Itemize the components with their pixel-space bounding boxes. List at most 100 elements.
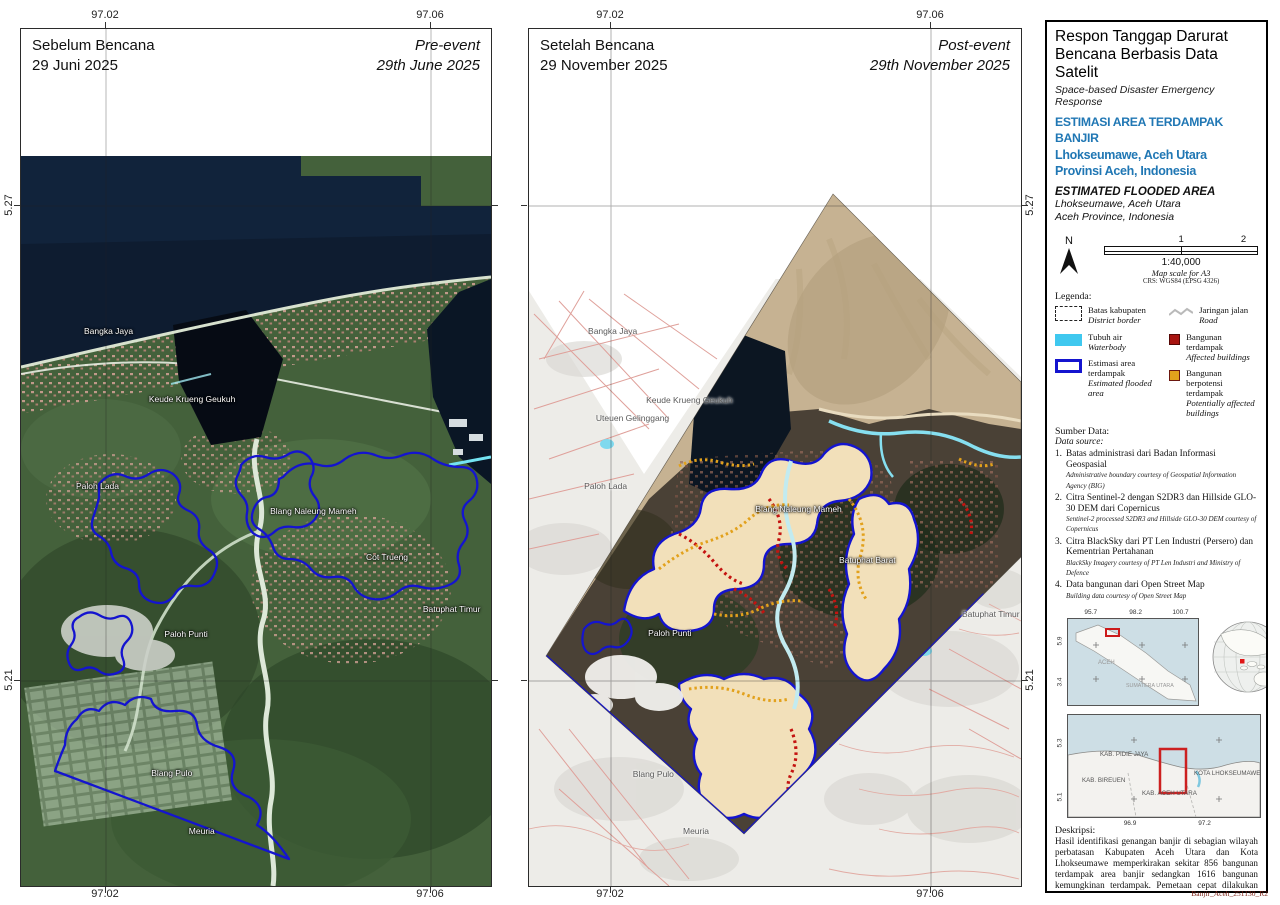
tick-mark	[492, 205, 498, 206]
legend-item-affected: Bangunan terdampakAffected buildings	[1169, 332, 1258, 362]
document-id: Banjir_Aceh_251130_R2	[1128, 889, 1268, 898]
inset-label-sumatera: SUMATERA UTARA	[1126, 683, 1174, 689]
source-note: BlackSky Imagery courtesy of PT Len Indu…	[1066, 559, 1240, 577]
tick-mark	[930, 887, 931, 893]
legend-item-potential: Bangunan berpotensi terdampakPotentially…	[1169, 368, 1258, 419]
lon-tick-label: 97.02	[91, 9, 119, 21]
inset-label-pidie-jaya: KAB. PIDIE JAYA	[1100, 751, 1149, 758]
map-place-label: Blang Naleung Mameh	[755, 504, 841, 514]
flood-area-swatch	[1055, 359, 1082, 373]
map-place-label: Blang Naleung Mameh	[270, 506, 356, 516]
source-number: 3.	[1055, 537, 1066, 579]
tick-mark	[105, 887, 106, 893]
pre-event-place-labels: Bangka JayaKeude Krueng GeukuhPaloh Lada…	[21, 29, 491, 886]
scale-crs: CRS: WGS84 (EPSG 4326)	[1104, 278, 1258, 285]
aceh-inset-graphic: ACEH SUMATERA UTARA	[1067, 618, 1199, 706]
north-label: N	[1065, 235, 1073, 247]
legend-label: Tubuh air	[1088, 332, 1126, 342]
panel-title-id: Setelah Bencana	[540, 36, 668, 56]
scale-ratio: 1:40,000	[1104, 257, 1258, 268]
legend: Batas kabupatenDistrict border Tubuh air…	[1055, 305, 1258, 424]
pre-event-map-panel: Bangka JayaKeude Krueng GeukuhPaloh Lada…	[20, 28, 492, 887]
legend-title: Legenda:	[1055, 291, 1258, 302]
panel-title-id: Sebelum Bencana	[32, 36, 155, 56]
affected-buildings-swatch	[1169, 334, 1180, 345]
panel-date-id: 29 Juni 2025	[32, 56, 155, 76]
source-item: 3. Citra BlackSky dari PT Len Industri (…	[1055, 537, 1258, 579]
tick-mark	[1022, 205, 1028, 206]
inset-tick-label: 5.3	[1057, 739, 1064, 748]
tick-mark	[930, 22, 931, 28]
road-swatch	[1169, 306, 1193, 318]
legend-label: Bangunan berpotensi terdampak	[1186, 368, 1258, 398]
map-place-label: Uteuen Gelinggang	[596, 413, 669, 423]
heading-location-id2: Provinsi Aceh, Indonesia	[1055, 163, 1258, 179]
inset-tick-label: 3.4	[1057, 677, 1064, 686]
inset-tick-label: 98.2	[1129, 609, 1142, 616]
legend-item-waterbody: Tubuh airWaterbody	[1055, 332, 1169, 352]
inset-label-aceh: ACEH	[1098, 660, 1115, 666]
tick-mark	[430, 887, 431, 893]
pre-event-header-en: Pre-event 29th June 2025	[377, 36, 480, 75]
inset-tick-label: 5.1	[1057, 793, 1064, 802]
heading-location-id1: Lhokseumawe, Aceh Utara	[1055, 147, 1258, 163]
inset-tick-label: 96.9	[1124, 820, 1137, 827]
pre-event-header: Sebelum Bencana 29 Juni 2025	[32, 36, 155, 75]
legend-label-en: Potentially affected buildings	[1186, 398, 1258, 418]
map-place-label: Bangka Jaya	[588, 326, 637, 336]
source-number: 2.	[1055, 493, 1066, 535]
panel-title-en: Pre-event	[377, 36, 480, 56]
panel-date-en: 29th November 2025	[870, 56, 1010, 76]
post-event-header: Setelah Bencana 29 November 2025	[540, 36, 668, 75]
tick-mark	[14, 205, 20, 206]
waterbody-swatch	[1055, 334, 1082, 346]
sources-list: 1. Batas administrasi dari Badan Informa…	[1055, 449, 1258, 601]
heading-en-sub2: Aceh Province, Indonesia	[1055, 211, 1258, 224]
inset-tick-label: 97.2	[1198, 820, 1211, 827]
legend-label: Jaringan jalan	[1199, 305, 1248, 315]
districts-inset-graphic: KAB. PIDIE JAYA KAB. BIREUEN KAB. ACEH U…	[1067, 714, 1261, 818]
lon-tick-label: 97.02	[596, 9, 624, 21]
map-place-label: Blang Pulo	[633, 769, 674, 779]
tick-mark	[521, 680, 527, 681]
inset-label-aceh-utara: KAB. ACEH UTARA	[1142, 790, 1198, 797]
map-place-label: Batuphat Barat	[839, 555, 896, 565]
scalebar: 1 2 km 1:40,000 Map scale for A3 CRS: WG…	[1104, 234, 1258, 285]
legend-label-en: Waterbody	[1088, 342, 1126, 352]
legend-item-district: Batas kabupatenDistrict border	[1055, 305, 1169, 325]
tick-mark	[610, 22, 611, 28]
scale-block: N 1 2 km 1:40,000 Map scale for A3 CRS: …	[1055, 234, 1258, 285]
source-item: 4. Data bangunan dari Open Street MapBui…	[1055, 580, 1258, 601]
legend-label: Bangunan terdampak	[1186, 332, 1258, 352]
map-place-label: Paloh Punti	[648, 628, 691, 638]
district-border-swatch	[1055, 306, 1082, 321]
tick-mark	[430, 22, 431, 28]
post-event-map-panel: Bangka Jaya Keude Krueng Geukuh Uteuen Gel…	[528, 28, 1022, 887]
map-place-label: Blang Pulo	[151, 768, 192, 778]
inset-tick-label: 100.7	[1172, 609, 1188, 616]
tick-mark	[105, 22, 106, 28]
map-place-label: Batuphat Timur	[962, 609, 1020, 619]
map-place-label: Keude Krueng Geukuh	[646, 395, 732, 405]
potentially-affected-swatch	[1169, 370, 1180, 381]
map-place-label: Meuria	[189, 826, 215, 836]
source-note: Administrative boundary courtesy of Geos…	[1066, 471, 1236, 489]
description-id-title: Deskripsi:	[1055, 825, 1258, 836]
tick-mark	[521, 205, 527, 206]
map-poster: { "frame": { "pre": { "title": "Sebelum …	[0, 0, 1280, 905]
map-place-label: Batuphat Timur	[423, 604, 481, 614]
legend-label-en: Road	[1199, 315, 1248, 325]
source-text: Citra Sentinel-2 dengan S2DR3 dan Hillsi…	[1066, 493, 1256, 513]
panel-title-en: Post-event	[870, 36, 1010, 56]
inset-label-bireuen: KAB. BIREUEN	[1082, 777, 1125, 784]
legend-label-en: Affected buildings	[1186, 352, 1258, 362]
source-text: Citra BlackSky dari PT Len Industri (Per…	[1066, 537, 1253, 557]
scale-tick-1: 1	[1178, 234, 1183, 245]
poster-title-line1: Respon Tanggap Darurat	[1055, 28, 1258, 46]
sources-title-en: Data source:	[1055, 437, 1258, 447]
legend-label: Batas kabupaten	[1088, 305, 1146, 315]
inset-tick-label: 5.9	[1057, 637, 1064, 646]
map-place-label: Keude Krueng Geukuh	[149, 394, 235, 404]
north-arrow-icon: N	[1055, 234, 1082, 278]
globe-inset	[1211, 620, 1268, 699]
